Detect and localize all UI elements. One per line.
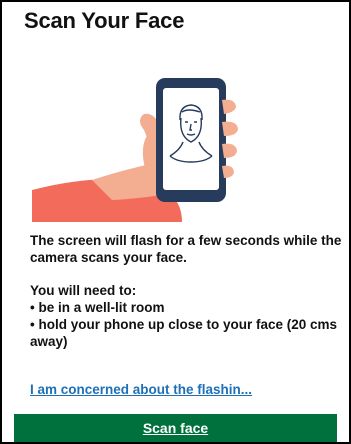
requirement-item: • hold your phone up close to your face … (30, 317, 338, 349)
page-title: Scan Your Face (24, 8, 185, 33)
screen-frame: Scan Your Face The screen will flash for… (0, 0, 351, 444)
instructions: The screen will flash for a few seconds … (30, 232, 345, 350)
flash-explanation: The screen will flash for a few seconds … (30, 233, 342, 265)
need-label: You will need to: (30, 283, 137, 298)
requirements-list: • be in a well-lit room • hold your phon… (30, 299, 345, 350)
scan-face-button[interactable]: Scan face (14, 414, 337, 442)
flashing-concern-link[interactable]: I am concerned about the flashin... (30, 382, 252, 397)
requirement-item: • be in a well-lit room (30, 300, 165, 315)
hand-holding-phone-icon (32, 78, 238, 222)
